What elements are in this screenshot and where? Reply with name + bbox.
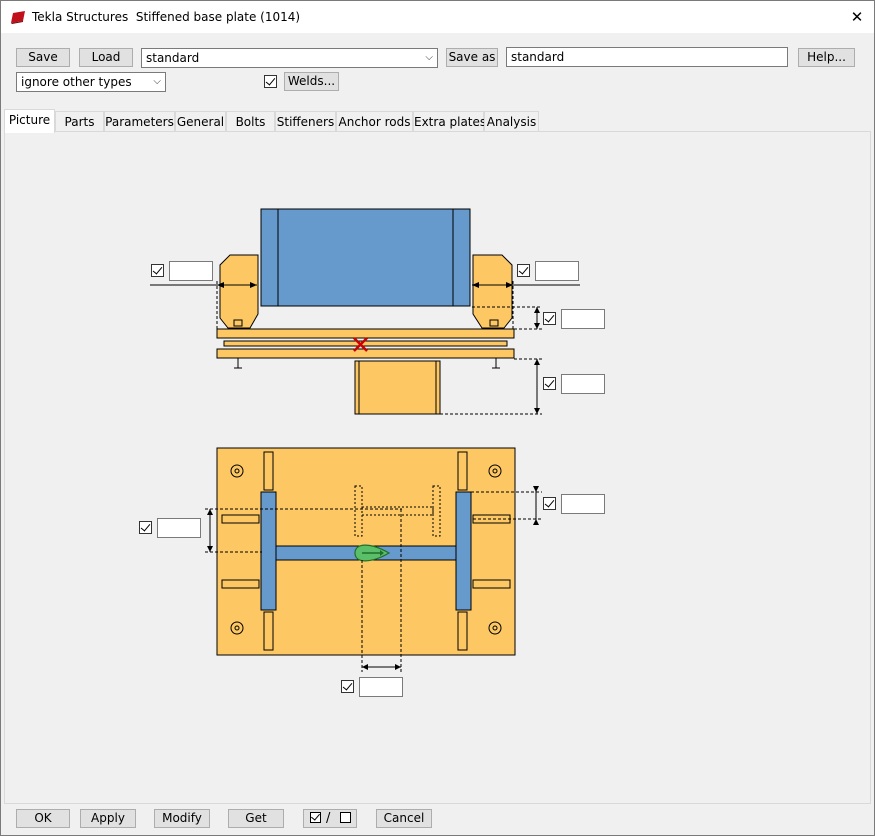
- cancel-button[interactable]: Cancel: [376, 809, 432, 828]
- filter-select-value: ignore other types: [21, 75, 132, 89]
- vertical-offset-checkbox[interactable]: [139, 521, 152, 534]
- load-button[interactable]: Load: [79, 48, 133, 67]
- tab-picture[interactable]: Picture: [4, 109, 55, 133]
- checkbox-empty-icon: [340, 812, 351, 823]
- save-as-button[interactable]: Save as: [446, 48, 498, 67]
- filter-select[interactable]: ignore other types ⌵: [16, 72, 166, 92]
- right-stiffener-offset-input[interactable]: [535, 261, 579, 281]
- stiffener-spacing-checkbox[interactable]: [543, 497, 556, 510]
- stiffener-chamfer-checkbox[interactable]: [543, 312, 556, 325]
- left-stiffener-offset-input[interactable]: [169, 261, 213, 281]
- toggle-separator: /: [326, 811, 331, 826]
- apply-button[interactable]: Apply: [80, 809, 136, 828]
- close-icon[interactable]: ✕: [844, 5, 870, 29]
- save-as-name-input[interactable]: standard: [506, 47, 788, 67]
- get-button[interactable]: Get: [228, 809, 284, 828]
- tab-extra-plates[interactable]: Extra plates: [413, 111, 486, 132]
- picture-panel: [4, 131, 871, 804]
- title-bar: Tekla Structures Stiffened base plate (1…: [1, 1, 874, 33]
- left-stiffener-offset-checkbox[interactable]: [151, 264, 164, 277]
- lower-part-height-checkbox[interactable]: [543, 377, 556, 390]
- welds-button[interactable]: Welds...: [284, 72, 339, 91]
- horizontal-offset-checkbox[interactable]: [341, 680, 354, 693]
- horizontal-offset-input[interactable]: [359, 677, 403, 697]
- tab-bolts[interactable]: Bolts: [226, 111, 275, 132]
- vertical-offset-input[interactable]: [157, 518, 201, 538]
- tab-analysis[interactable]: Analysis: [484, 111, 539, 132]
- checkbox-checked-icon: [310, 812, 321, 823]
- dropdown-arrow-icon: ⌵: [153, 76, 161, 87]
- window-title: Tekla Structures Stiffened base plate (1…: [32, 10, 301, 24]
- tab-anchor-rods[interactable]: Anchor rods: [336, 111, 413, 132]
- tab-general[interactable]: General: [175, 111, 226, 132]
- right-stiffener-offset-checkbox[interactable]: [517, 264, 530, 277]
- toggle-all-checkboxes-button[interactable]: /: [303, 809, 357, 828]
- modify-button[interactable]: Modify: [154, 809, 210, 828]
- preset-select-value: standard: [146, 51, 200, 65]
- tab-parts[interactable]: Parts: [55, 111, 104, 132]
- connection-diagram: [150, 208, 580, 672]
- preset-select[interactable]: standard ⌵: [141, 48, 438, 68]
- tab-parameters[interactable]: Parameters: [104, 111, 175, 132]
- stiffener-chamfer-input[interactable]: [561, 309, 605, 329]
- lower-part-height-input[interactable]: [561, 374, 605, 394]
- dropdown-arrow-icon: ⌵: [425, 52, 433, 63]
- save-button[interactable]: Save: [16, 48, 70, 67]
- stiffener-spacing-input[interactable]: [561, 494, 605, 514]
- welds-checkbox[interactable]: [264, 75, 277, 88]
- ok-button[interactable]: OK: [16, 809, 70, 828]
- tekla-app-icon: [11, 11, 25, 24]
- help-button[interactable]: Help...: [798, 48, 855, 67]
- tab-stiffeners[interactable]: Stiffeners: [275, 111, 336, 132]
- dialog-window: Tekla Structures Stiffened base plate (1…: [0, 0, 875, 836]
